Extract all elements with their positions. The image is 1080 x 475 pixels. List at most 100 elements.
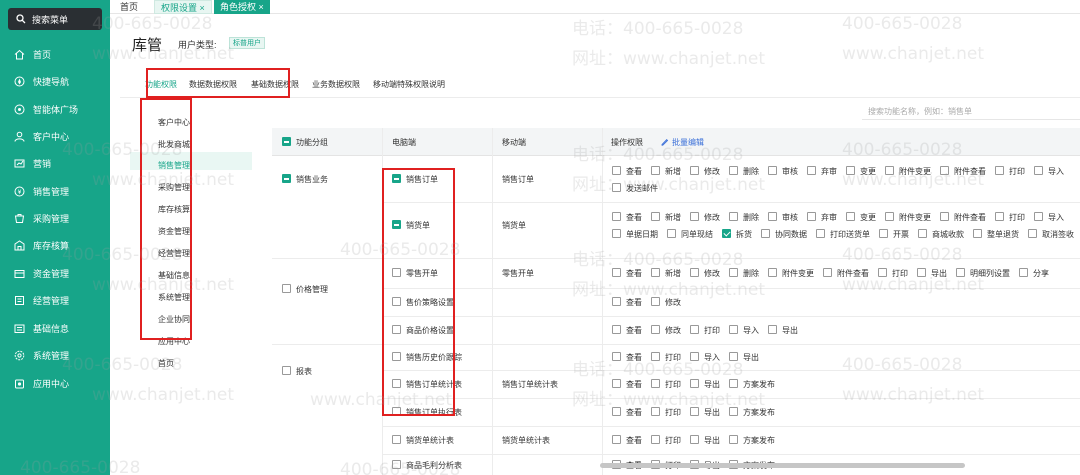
permission-checkbox[interactable] [768, 268, 777, 277]
permission-option[interactable]: 拆货 [722, 229, 752, 240]
permission-option[interactable]: 打印 [690, 325, 720, 336]
group-checkbox[interactable] [282, 366, 291, 375]
permission-option[interactable]: 导出 [768, 325, 798, 336]
permission-checkbox[interactable] [690, 166, 699, 175]
tab-home[interactable]: 首页 [114, 0, 144, 14]
permission-option[interactable]: 修改 [690, 268, 720, 279]
permission-option[interactable]: 整单退货 [973, 229, 1019, 240]
permission-checkbox[interactable] [729, 166, 738, 175]
permission-option[interactable]: 修改 [651, 297, 681, 308]
permission-option[interactable]: 弃审 [807, 166, 837, 177]
permission-option[interactable]: 开票 [879, 229, 909, 240]
permission-option[interactable]: 查看 [612, 212, 642, 223]
sidebar-item-home[interactable]: 首页 [0, 44, 110, 64]
sidebar-item-navigation[interactable]: 快捷导航 [0, 71, 110, 91]
permission-option[interactable]: 附件查看 [823, 268, 869, 279]
subtab-business-data-permission[interactable]: 业务数据权限 [312, 78, 360, 92]
permission-checkbox[interactable] [651, 297, 660, 306]
permission-option[interactable]: 修改 [690, 212, 720, 223]
permission-checkbox[interactable] [612, 229, 621, 238]
permission-checkbox[interactable] [729, 325, 738, 334]
sidebar-item-customer[interactable]: 客户中心 [0, 126, 110, 146]
permission-checkbox[interactable] [768, 325, 777, 334]
permission-checkbox[interactable] [995, 212, 1004, 221]
function-search-input[interactable]: 搜索功能名称，例如：销售单 [862, 104, 1080, 120]
permission-checkbox[interactable] [768, 166, 777, 175]
permission-option[interactable]: 修改 [651, 325, 681, 336]
permission-checkbox[interactable] [690, 352, 699, 361]
permission-checkbox[interactable] [690, 407, 699, 416]
permission-checkbox[interactable] [612, 352, 621, 361]
permission-checkbox[interactable] [761, 229, 770, 238]
permission-checkbox[interactable] [918, 229, 927, 238]
permission-option[interactable]: 审核 [768, 166, 798, 177]
permission-checkbox[interactable] [651, 268, 660, 277]
permission-checkbox[interactable] [823, 268, 832, 277]
permission-option[interactable]: 查看 [612, 297, 642, 308]
sidebar-item-marketing[interactable]: 营销 [0, 153, 110, 173]
permission-checkbox[interactable] [690, 212, 699, 221]
permission-option[interactable]: 商城收款 [918, 229, 964, 240]
permission-checkbox[interactable] [612, 407, 621, 416]
permission-checkbox[interactable] [956, 268, 965, 277]
permission-option[interactable]: 协同数据 [761, 229, 807, 240]
permission-checkbox[interactable] [690, 435, 699, 444]
tab-role-authorization[interactable]: 角色授权 × [214, 0, 270, 14]
permission-checkbox[interactable] [667, 229, 676, 238]
table-row[interactable]: 销货单统计表 [392, 435, 454, 446]
permission-checkbox[interactable] [612, 268, 621, 277]
permission-checkbox[interactable] [1028, 229, 1037, 238]
permission-checkbox[interactable] [722, 229, 731, 238]
permission-checkbox[interactable] [995, 166, 1004, 175]
permission-option[interactable]: 方案发布 [729, 435, 775, 446]
desktop-checkbox[interactable] [392, 435, 401, 444]
permission-checkbox[interactable] [729, 212, 738, 221]
permission-checkbox[interactable] [651, 212, 660, 221]
sidebar-item-sales[interactable]: ¥ 销售管理 [0, 181, 110, 201]
permission-option[interactable]: 附件查看 [940, 212, 986, 223]
desktop-checkbox[interactable] [392, 459, 401, 469]
permission-option[interactable]: 导出 [917, 268, 947, 279]
permission-option[interactable]: 打印 [651, 407, 681, 418]
permission-checkbox[interactable] [729, 379, 738, 388]
permission-option[interactable]: 查看 [612, 268, 642, 279]
group-cell[interactable]: 销售业务 [282, 174, 328, 185]
permission-checkbox[interactable] [973, 229, 982, 238]
permission-option[interactable]: 同单现结 [667, 229, 713, 240]
subtab-mobile-special-permission[interactable]: 移动端特殊权限说明 [373, 78, 445, 92]
permission-checkbox[interactable] [917, 268, 926, 277]
close-icon[interactable]: × [200, 3, 205, 13]
permission-option[interactable]: 删除 [729, 212, 759, 223]
permission-option[interactable]: 单据日期 [612, 229, 658, 240]
permission-checkbox[interactable] [612, 325, 621, 334]
permission-checkbox[interactable] [729, 435, 738, 444]
permission-option[interactable]: 打印 [651, 379, 681, 390]
permission-option[interactable]: 修改 [690, 166, 720, 177]
permission-option[interactable]: 导出 [729, 352, 759, 363]
group-cell[interactable]: 报表 [282, 366, 312, 377]
search-menu-button[interactable]: 搜索菜单 [8, 8, 102, 30]
permission-checkbox[interactable] [651, 325, 660, 334]
permission-checkbox[interactable] [846, 166, 855, 175]
permission-option[interactable]: 附件变更 [885, 212, 931, 223]
permission-option[interactable]: 方案发布 [729, 407, 775, 418]
permission-checkbox[interactable] [612, 212, 621, 221]
permission-checkbox[interactable] [690, 325, 699, 334]
permission-checkbox[interactable] [612, 297, 621, 306]
permission-option[interactable]: 弃审 [807, 212, 837, 223]
permission-option[interactable]: 变更 [846, 212, 876, 223]
tab-permission-settings[interactable]: 权限设置 × [154, 0, 212, 14]
permission-option[interactable]: 新增 [651, 212, 681, 223]
permission-checkbox[interactable] [879, 229, 888, 238]
permission-option[interactable]: 删除 [729, 268, 759, 279]
permission-checkbox[interactable] [940, 212, 949, 221]
permission-checkbox[interactable] [878, 268, 887, 277]
permission-option[interactable]: 取消签收 [1028, 229, 1074, 240]
sidebar-item-basic-info[interactable]: 基础信息 [0, 318, 110, 338]
batch-edit-link[interactable]: 批量编辑 [661, 137, 704, 148]
permission-option[interactable]: 导出 [690, 435, 720, 446]
sidebar-item-purchase[interactable]: 采购管理 [0, 208, 110, 228]
horizontal-scrollbar[interactable] [600, 463, 965, 468]
permission-option[interactable]: 导出 [690, 379, 720, 390]
permission-option[interactable]: 查看 [612, 166, 642, 177]
